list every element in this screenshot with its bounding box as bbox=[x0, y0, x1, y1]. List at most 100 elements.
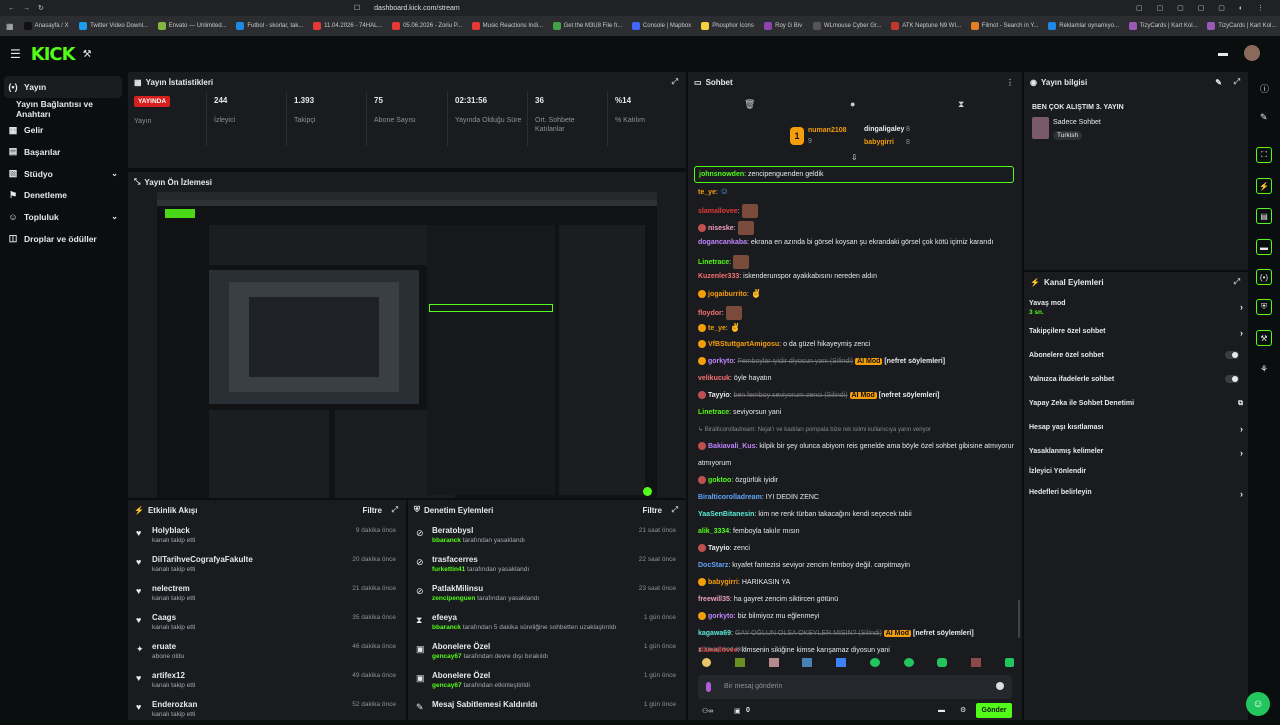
bookmark-item[interactable]: Music Reactions Indi... bbox=[466, 22, 547, 30]
list-item[interactable]: ♥ Holyblack kanalı takip etti 9 dakika önce bbox=[128, 522, 406, 551]
pinned-user[interactable]: johnsnowden bbox=[699, 171, 744, 178]
chat-message[interactable]: niseske: bbox=[698, 221, 1014, 235]
bookmark-item[interactable]: Console | Mapbox bbox=[626, 22, 695, 30]
channel-action-item[interactable]: Takipçilere özel sohbet › bbox=[1029, 328, 1243, 338]
channel-action-item[interactable]: Yasaklanmış kelimeler › bbox=[1029, 448, 1243, 458]
hourglass-icon[interactable]: ⧗ bbox=[958, 99, 964, 110]
chat-message[interactable]: Tayyio: zenci bbox=[698, 544, 1014, 553]
mod-actor[interactable]: zencipenguen bbox=[432, 595, 475, 602]
sidebar-item-basarilar[interactable]: ▤ Başarılar bbox=[0, 141, 128, 163]
pen-rail-icon[interactable]: ✎ bbox=[1260, 112, 1268, 123]
chat-username[interactable]: niseske bbox=[708, 225, 734, 232]
chat-message[interactable]: Kuzenler333: iskenderunspor ayakkabısını… bbox=[698, 272, 1014, 281]
channel-action-item[interactable]: Yalnızca ifadelerle sohbet bbox=[1029, 375, 1243, 383]
emote-icon[interactable] bbox=[768, 658, 779, 667]
theater-icon[interactable]: ▬ bbox=[1218, 48, 1228, 59]
list-item[interactable]: ✦ eruate abone oldu 46 dakika önce bbox=[128, 638, 406, 667]
bookmark-icon[interactable]: ☐ bbox=[354, 4, 360, 12]
expand-icon[interactable]: ⤢ bbox=[672, 77, 678, 87]
list-item[interactable]: ♥ nelectrem kanalı takip etti 21 dakika önc… bbox=[128, 580, 406, 609]
bookmark-item[interactable]: 05.06.2026 - Zoriu P... bbox=[386, 22, 466, 30]
bookmark-item[interactable]: Filmot - Search in Y... bbox=[965, 22, 1043, 30]
emote-icon[interactable] bbox=[836, 658, 847, 667]
chat-username[interactable]: floydor bbox=[698, 310, 722, 317]
chat-message[interactable]: goktoo: özgürlük iyidir bbox=[698, 476, 1014, 485]
chat-rail-icon[interactable]: ▬ bbox=[1256, 239, 1272, 255]
help-button[interactable]: ☺ bbox=[1246, 692, 1270, 716]
chat-message[interactable]: Linetrace: seviyorsun yani bbox=[698, 408, 1014, 417]
leader-2-name[interactable]: dingaligaley bbox=[864, 126, 904, 133]
chat-message[interactable]: te_ye: ☺ bbox=[698, 187, 1014, 197]
list-item[interactable]: ▣ Abonelere Özel gencay67 tarafından devre… bbox=[408, 638, 686, 667]
forward-icon[interactable]: → bbox=[23, 5, 30, 12]
chat-username[interactable]: Tayyio bbox=[708, 392, 730, 399]
chat-message[interactable]: Bakiavali_Kus: kilpik bir şey olunca abi… bbox=[698, 442, 1014, 451]
chat-message[interactable]: freewill35: ha gayret zencim siktircen g… bbox=[698, 595, 1014, 604]
emote-icon[interactable] bbox=[903, 658, 914, 667]
menu-icon[interactable]: ☰ bbox=[10, 47, 21, 61]
expand-icon[interactable]: ⤢ bbox=[672, 505, 678, 515]
mod-actor[interactable]: gencay67 bbox=[432, 653, 462, 660]
expand-icon[interactable]: ⤢ bbox=[1234, 77, 1240, 87]
bookmark-item[interactable]: Twitter Video Downl... bbox=[73, 22, 152, 30]
list-rail-icon[interactable]: ▤ bbox=[1256, 208, 1272, 224]
chat-message[interactable]: alik_3334: femboyla takılır mısın bbox=[698, 527, 1014, 536]
bookmark-item[interactable]: Phosphor Icons bbox=[695, 22, 758, 30]
chat-message[interactable]: te_ye: ✌ bbox=[698, 323, 1014, 333]
bookmark-item[interactable]: TizyCards | Kart Kol... bbox=[1123, 22, 1202, 30]
bookmark-item[interactable]: Roy G Biv bbox=[758, 22, 807, 30]
mod-target[interactable]: Mesaj Sabitlemesi Kaldırıldı bbox=[432, 700, 537, 709]
sidebar-item-topluluk[interactable]: ☺ Topluluk ⌄ bbox=[0, 206, 128, 228]
url-bar[interactable]: dashboard.kick.com/stream bbox=[374, 5, 460, 12]
mod-actor[interactable]: furkettin41 bbox=[432, 566, 465, 573]
chat-message[interactable]: ↳ Biralticorolladream: Nejat'ı ve kadıla… bbox=[698, 425, 1014, 435]
collapse-icon[interactable]: ⇩ bbox=[851, 153, 858, 162]
bookmark-item[interactable]: Get the M3U8 File fr... bbox=[547, 22, 626, 30]
emote-icon[interactable] bbox=[702, 658, 711, 667]
list-item[interactable]: ♥ DilTarihveCografyaFakulte kanalı takip e… bbox=[128, 551, 406, 580]
list-item[interactable]: ♥ artifex12 kanalı takip etti 49 dakika önc… bbox=[128, 667, 406, 696]
chat-username[interactable]: te_ye bbox=[708, 325, 726, 332]
channel-action-item[interactable]: İzleyici Yönlendir bbox=[1029, 468, 1243, 475]
activity-user[interactable]: artifex12 bbox=[152, 671, 185, 680]
chat-username[interactable]: slamallovee bbox=[698, 208, 738, 215]
bookmark-item[interactable]: Reklamlar oynamıyo... bbox=[1042, 22, 1122, 30]
sidebar-item-droplar[interactable]: ◫ Droplar ve ödüller bbox=[0, 228, 128, 250]
sidebar-item-stream-key[interactable]: Yayın Bağlantısı ve Anahtarı bbox=[0, 98, 128, 120]
leader-1-name[interactable]: numan2108 bbox=[808, 127, 847, 134]
toggle-switch[interactable] bbox=[1225, 351, 1239, 359]
chat-username[interactable]: Bakiavali_Kus bbox=[708, 443, 755, 450]
chat-username[interactable]: te_ye bbox=[698, 189, 716, 196]
channel-action-item[interactable]: Yapay Zeka ile Sohbet Denetimi ⧉ bbox=[1029, 400, 1243, 407]
bookmark-item[interactable]: Anasayfa / X bbox=[18, 22, 74, 30]
chat-message[interactable]: dogancankaba: ekrana en azında bi görsel… bbox=[698, 238, 1014, 247]
bookmark-item[interactable]: TizyCards | Kart Kol... bbox=[1201, 22, 1280, 30]
shield-rail-icon[interactable]: ⛨ bbox=[1256, 299, 1272, 315]
chat-username[interactable]: babygirri bbox=[708, 579, 738, 586]
emote-icon[interactable] bbox=[937, 658, 948, 667]
chat-message[interactable]: babygirri: HARİKASIN YA bbox=[698, 578, 1014, 587]
gift-icon[interactable]: ▣ bbox=[734, 707, 741, 715]
tool-rail-icon[interactable]: ⚒ bbox=[1256, 330, 1272, 346]
chat-username[interactable]: velikucuk bbox=[698, 375, 730, 382]
chat-username[interactable]: freewill35 bbox=[698, 596, 730, 603]
mod-target[interactable]: Beratobysl bbox=[432, 526, 473, 535]
mod-actor[interactable]: bbaranck bbox=[432, 624, 461, 631]
mod-target[interactable]: efeeya bbox=[432, 613, 457, 622]
bookmark-item[interactable]: Futbol - skorlar, tak... bbox=[230, 22, 307, 30]
mod-target[interactable]: PatlakMilinsu bbox=[432, 584, 483, 593]
list-item[interactable]: ♥ Enderozkan kanalı takip etti 52 dakika ön… bbox=[128, 696, 406, 725]
chat-username[interactable]: VfBStuttgartAmigosu bbox=[708, 341, 779, 348]
chat-username[interactable]: Linetrace bbox=[698, 409, 729, 416]
extensions-icon[interactable]: ▢ ▢ ▢ ▢ ▢ ◐ ⋮ bbox=[1136, 4, 1270, 12]
chat-message[interactable]: gorkyto: biz bilmiyoz mu eğlenmeyi bbox=[698, 612, 1014, 621]
emote-icon[interactable] bbox=[971, 658, 982, 667]
chat-username[interactable]: Biralticorolladream bbox=[698, 494, 762, 501]
category-name[interactable]: Sadece Sohbet bbox=[1053, 119, 1101, 126]
expand-icon[interactable]: ⤢ bbox=[392, 505, 398, 515]
stream-preview-video[interactable] bbox=[157, 192, 657, 498]
reload-icon[interactable]: ↻ bbox=[38, 4, 44, 12]
mod-actor[interactable]: bbaranck bbox=[432, 537, 461, 544]
chat-message[interactable]: slamallovee: bbox=[698, 204, 1014, 218]
mic-icon[interactable] bbox=[706, 682, 711, 692]
